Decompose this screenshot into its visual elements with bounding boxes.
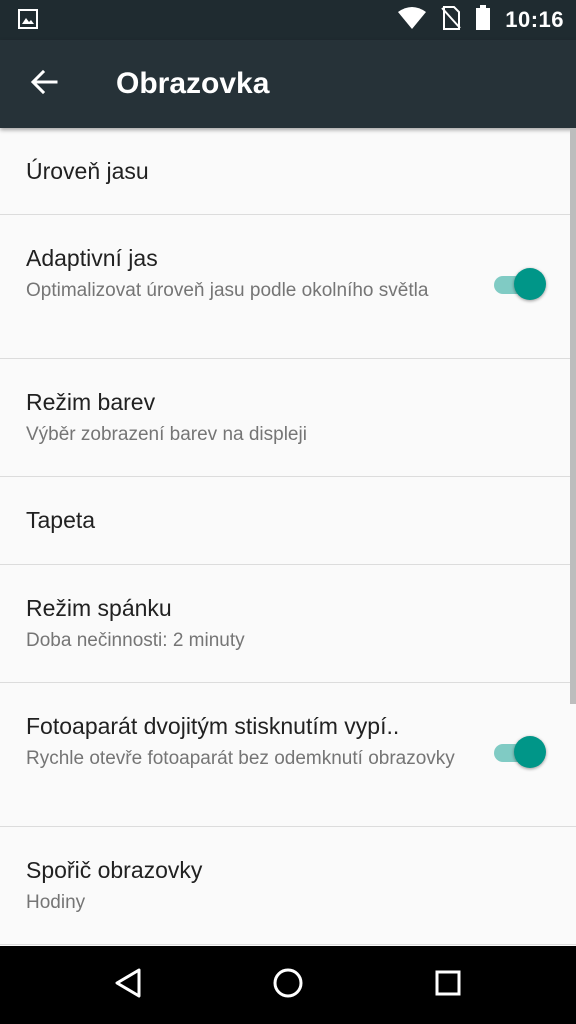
back-button[interactable]	[16, 56, 72, 112]
page-title: Obrazovka	[116, 67, 270, 100]
setting-summary: Hodiny	[26, 892, 86, 913]
app-bar: Obrazovka	[0, 40, 576, 128]
nav-back-button[interactable]	[98, 955, 158, 1015]
arrow-left-icon	[30, 68, 58, 101]
setting-title: Úroveň jasu	[26, 158, 149, 184]
setting-title: Adaptivní jas	[26, 245, 158, 271]
setting-summary: Doba nečinnosti: 2 minuty	[26, 630, 245, 651]
setting-sleep-mode[interactable]: Režim spánku Doba nečinnosti: 2 minuty	[0, 565, 576, 683]
status-time: 10:16	[505, 7, 564, 32]
nav-home-button[interactable]	[258, 955, 318, 1015]
setting-summary: Výběr zobrazení barev na displeji	[26, 424, 307, 445]
scrollbar[interactable]	[570, 128, 576, 704]
setting-summary: Rychle otevře fotoaparát bez odemknutí o…	[26, 748, 455, 769]
home-circle-icon	[272, 967, 304, 1004]
setting-title: Spořič obrazovky	[26, 857, 203, 883]
recents-square-icon	[434, 969, 462, 1002]
setting-screensaver[interactable]: Spořič obrazovky Hodiny	[0, 827, 576, 945]
setting-title: Fotoaparát dvojitým stisknutím vypí..	[26, 713, 400, 739]
setting-title: Tapeta	[26, 507, 96, 533]
status-bar: 10:16	[0, 0, 576, 40]
navigation-bar	[0, 946, 576, 1024]
setting-wallpaper[interactable]: Tapeta	[0, 477, 576, 565]
setting-title: Režim spánku	[26, 595, 172, 621]
setting-title: Režim barev	[26, 389, 156, 415]
switch-thumb	[514, 268, 546, 300]
camera-double-tap-switch[interactable]	[494, 735, 546, 771]
setting-camera-double-tap[interactable]: Fotoaparát dvojitým stisknutím vypí.. Ry…	[0, 683, 576, 827]
setting-brightness-level[interactable]: Úroveň jasu	[0, 128, 576, 215]
setting-color-mode[interactable]: Režim barev Výběr zobrazení barev na dis…	[0, 359, 576, 477]
setting-summary: Optimalizovat úroveň jasu podle okolního…	[26, 280, 429, 301]
no-sim-icon	[441, 5, 461, 35]
adaptive-brightness-switch[interactable]	[494, 267, 546, 303]
nav-recents-button[interactable]	[418, 955, 478, 1015]
battery-icon	[475, 4, 491, 36]
back-triangle-icon	[113, 967, 143, 1004]
image-notification-icon	[18, 9, 38, 29]
setting-adaptive-brightness[interactable]: Adaptivní jas Optimalizovat úroveň jasu …	[0, 215, 576, 359]
wifi-icon	[397, 6, 427, 35]
settings-list: Úroveň jasu Adaptivní jas Optimalizovat …	[0, 128, 576, 946]
status-icons: 10:16	[397, 0, 564, 40]
switch-thumb	[514, 736, 546, 768]
